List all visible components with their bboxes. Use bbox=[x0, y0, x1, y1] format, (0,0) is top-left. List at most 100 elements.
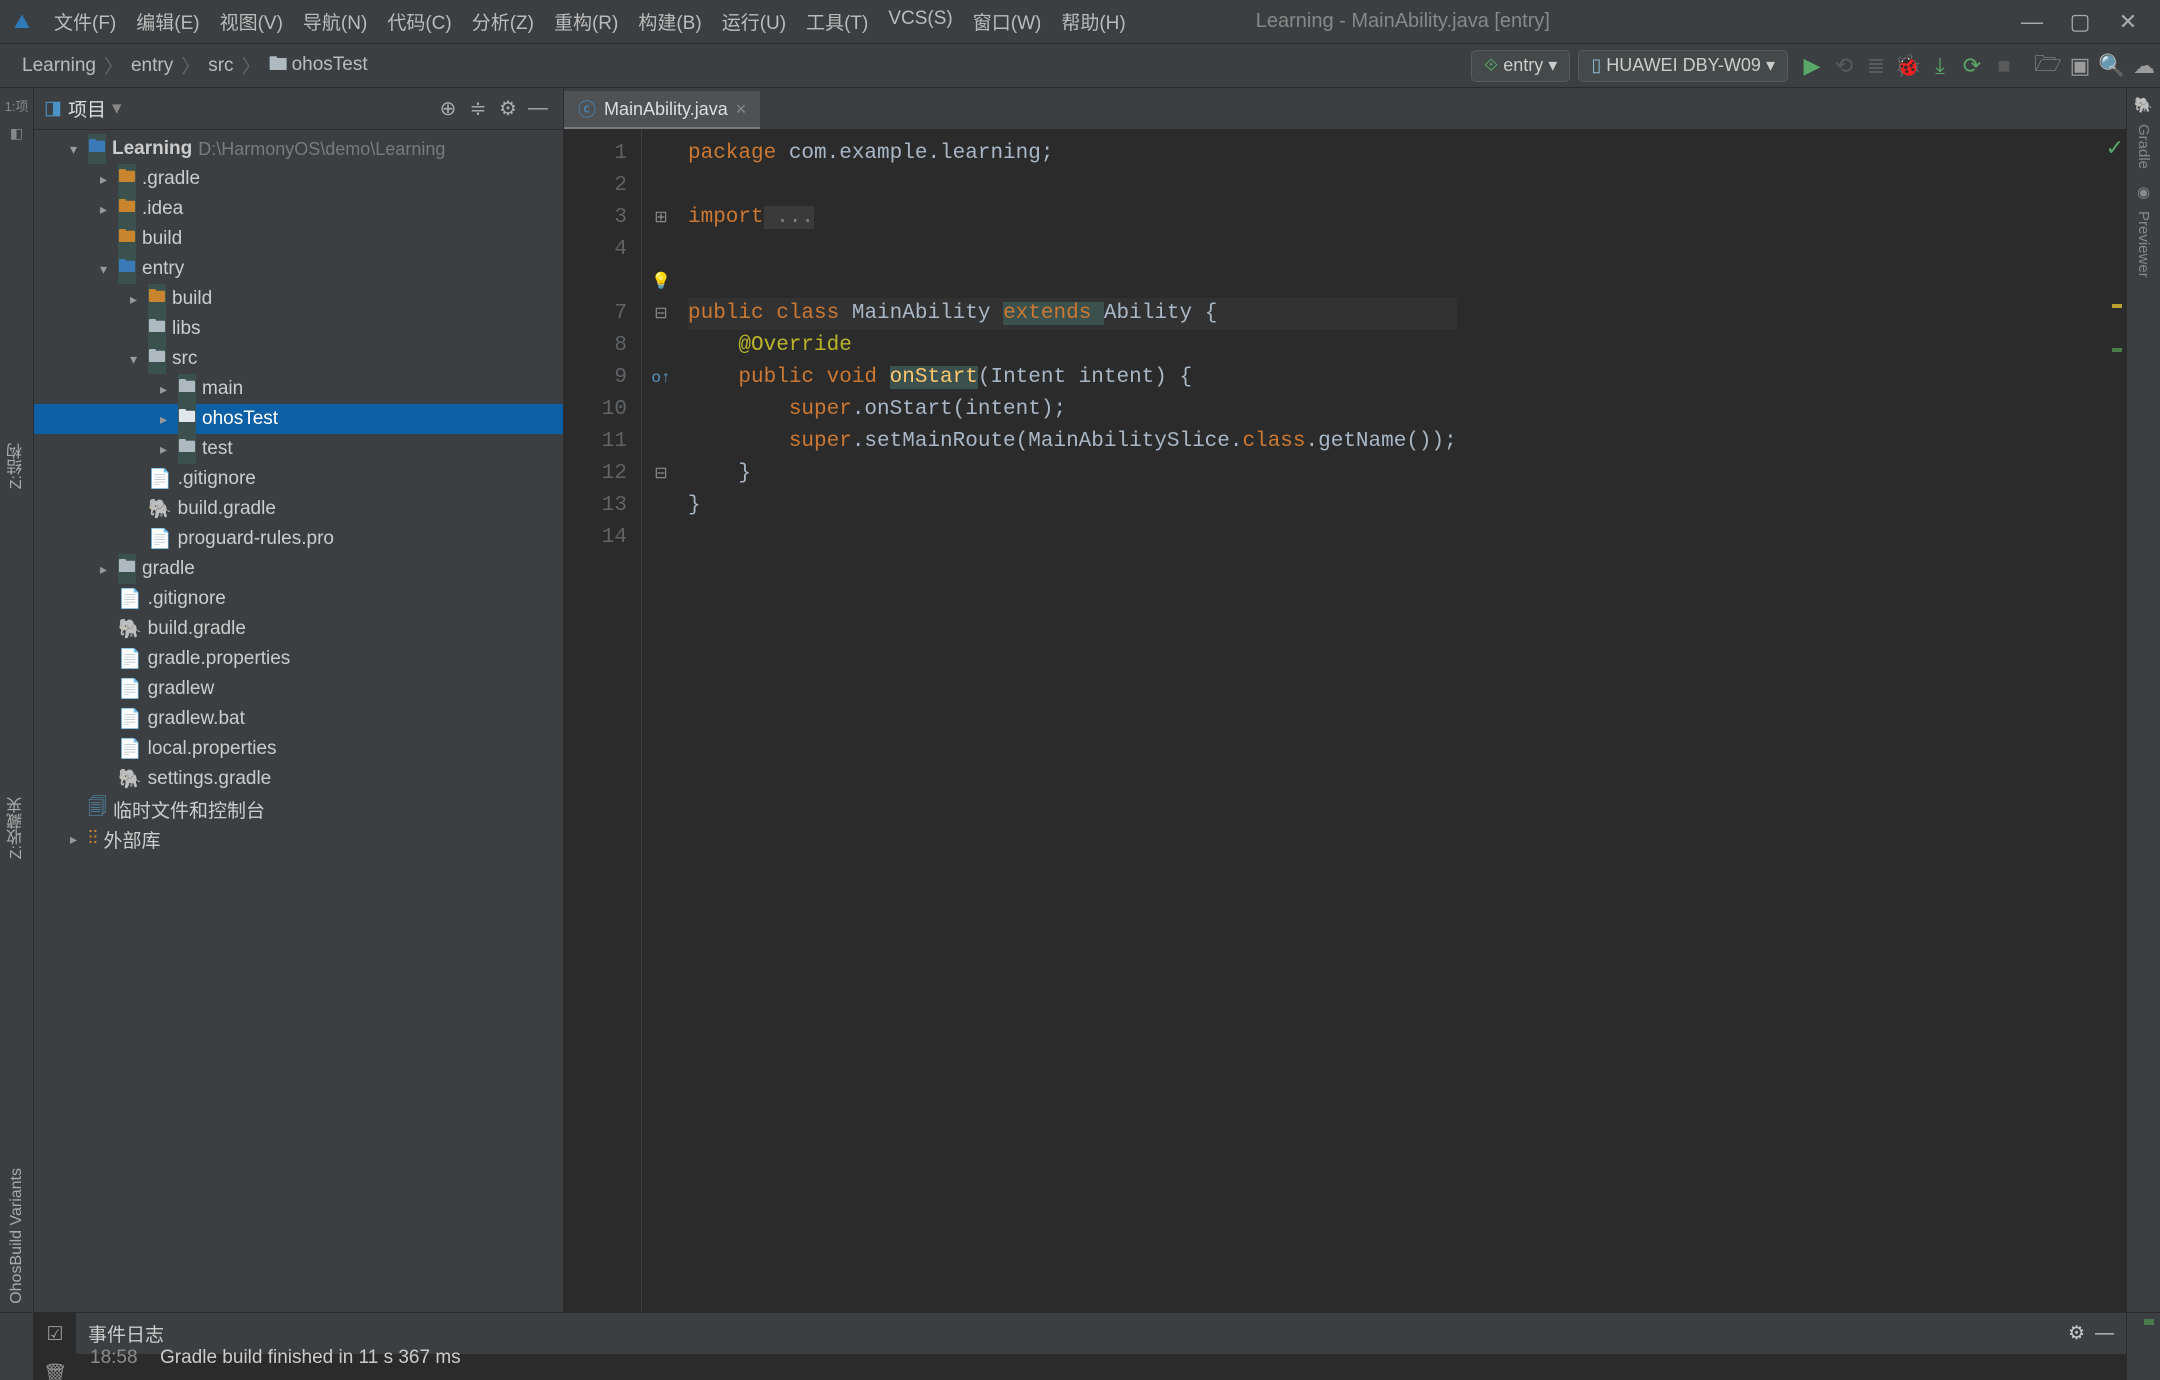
tree-node[interactable]: 📄.gitignore bbox=[34, 584, 563, 614]
gradle-icon: 🐘 bbox=[148, 497, 172, 521]
folder-icon: 🖿 bbox=[269, 54, 288, 75]
file-icon: 📄 bbox=[148, 467, 172, 491]
code-editor[interactable]: 12347891011121314 ⊞ 💡 ⊟ o↑ ⊟ package com… bbox=[564, 130, 2126, 1312]
project-panel-title[interactable]: ◨ 项目 ▾ bbox=[44, 95, 122, 122]
folder-icon: 🖿 bbox=[178, 434, 196, 464]
previewer-tool-stripe[interactable]: Previewer bbox=[2135, 211, 2152, 278]
fold-icon[interactable]: ⊟ bbox=[642, 298, 680, 330]
attach-debug-button[interactable]: ⤓ bbox=[1924, 53, 1956, 79]
file-icon: 📄 bbox=[118, 737, 142, 761]
rerun-button[interactable]: ⟲ bbox=[1828, 53, 1860, 79]
tree-node[interactable]: 🐘build.gradle bbox=[34, 494, 563, 524]
navigation-bar: Learning〉 entry〉 src〉 🖿ohosTest ⟐ entry … bbox=[0, 44, 2160, 88]
tree-node[interactable]: ▸🖿.gradle bbox=[34, 164, 563, 194]
tree-node[interactable]: ▾🖿entry bbox=[34, 254, 563, 284]
tree-node[interactable]: ▸🖿main bbox=[34, 374, 563, 404]
gradle-icon: 🐘 bbox=[118, 767, 142, 791]
close-tab-icon[interactable]: × bbox=[736, 99, 747, 120]
close-button[interactable]: ✕ bbox=[2104, 9, 2152, 35]
coverage-button[interactable]: ≣ bbox=[1860, 53, 1892, 79]
fold-icon[interactable]: ⊞ bbox=[642, 202, 680, 234]
menu-item[interactable]: VCS(S) bbox=[878, 8, 962, 35]
module-icon: 🖿 bbox=[88, 134, 106, 164]
expand-all-icon[interactable]: ≑ bbox=[463, 96, 493, 121]
menu-item[interactable]: 编辑(E) bbox=[126, 8, 209, 35]
tree-node[interactable]: ▸🖿build bbox=[34, 284, 563, 314]
minimize-button[interactable]: — bbox=[2008, 9, 2056, 35]
gradle-tool-stripe[interactable]: Gradle bbox=[2135, 124, 2152, 169]
buildvariants-tool-stripe[interactable]: OhosBuild Variants bbox=[8, 1168, 26, 1304]
device-selector[interactable]: ▯ HUAWEI DBY-W09 ▾ bbox=[1578, 50, 1788, 82]
tree-node-selected[interactable]: ▸🖿ohosTest bbox=[34, 404, 563, 434]
maximize-button[interactable]: ▢ bbox=[2056, 9, 2104, 35]
clear-icon[interactable]: 🗑 bbox=[43, 1362, 67, 1380]
commit-tool-stripe-icon[interactable]: ◧ bbox=[10, 125, 23, 142]
run-config-selector[interactable]: ⟐ entry ▾ bbox=[1471, 50, 1570, 82]
tree-node[interactable]: 🐘settings.gradle bbox=[34, 764, 563, 794]
folder-icon: 🖿 bbox=[178, 374, 196, 404]
event-log-body[interactable]: 18:58Gradle build finished in 11 s 367 m… bbox=[76, 1335, 2126, 1380]
tree-node[interactable]: 🐘build.gradle bbox=[34, 614, 563, 644]
class-icon: ⓒ bbox=[578, 96, 596, 122]
override-icon[interactable]: o↑ bbox=[642, 362, 680, 394]
editor-tab[interactable]: ⓒ MainAbility.java × bbox=[564, 91, 760, 129]
tree-node[interactable]: ▸🖿gradle bbox=[34, 554, 563, 584]
breadcrumb-item[interactable]: entry bbox=[125, 55, 179, 77]
avd-manager-icon[interactable]: ▣ bbox=[2064, 53, 2096, 79]
menu-item[interactable]: 重构(R) bbox=[544, 8, 628, 35]
profile-button[interactable]: ⟳ bbox=[1956, 53, 1988, 79]
debug-button[interactable]: 🐞 bbox=[1892, 53, 1924, 79]
menubar: 文件(F)编辑(E)视图(V)导航(N)代码(C)分析(Z)重构(R)构建(B)… bbox=[0, 0, 2160, 44]
previewer-tool-stripe-icon[interactable]: ◉ bbox=[2137, 183, 2150, 201]
tree-node[interactable]: 📄gradlew.bat bbox=[34, 704, 563, 734]
select-opened-file-icon[interactable]: ⊕ bbox=[433, 96, 463, 121]
menu-item[interactable]: 构建(B) bbox=[628, 8, 711, 35]
scratch-icon: 🗐 bbox=[88, 793, 107, 825]
structure-tool-stripe[interactable]: Z:结构 bbox=[5, 443, 29, 489]
tree-node[interactable]: 📄gradle.properties bbox=[34, 644, 563, 674]
menu-item[interactable]: 工具(T) bbox=[796, 8, 878, 35]
menu-item[interactable]: 代码(C) bbox=[377, 8, 461, 35]
app-logo-icon bbox=[8, 8, 36, 36]
tree-node[interactable]: 📄proguard-rules.pro bbox=[34, 524, 563, 554]
menu-item[interactable]: 视图(V) bbox=[210, 8, 293, 35]
codecc-icon[interactable]: ☁ bbox=[2128, 53, 2160, 79]
open-project-icon[interactable]: 🗁 bbox=[2032, 47, 2064, 85]
breadcrumb-item[interactable]: Learning bbox=[16, 55, 102, 77]
tree-node[interactable]: 📄gradlew bbox=[34, 674, 563, 704]
hide-tool-window-icon[interactable]: — bbox=[523, 97, 553, 120]
tree-node[interactable]: ▸🖿test bbox=[34, 434, 563, 464]
soft-wrap-icon[interactable]: ☑ bbox=[46, 1323, 63, 1346]
menu-item[interactable]: 运行(U) bbox=[712, 8, 796, 35]
menu-item[interactable]: 窗口(W) bbox=[963, 8, 1052, 35]
menu-item[interactable]: 导航(N) bbox=[293, 8, 377, 35]
bulb-icon[interactable]: 💡 bbox=[642, 266, 680, 298]
menu-item[interactable]: 文件(F) bbox=[44, 8, 126, 35]
chevron-down-icon: ▾ bbox=[1548, 55, 1557, 76]
search-everywhere-icon[interactable]: 🔍 bbox=[2096, 53, 2128, 79]
tree-node-extlibs[interactable]: ▸⫶⫶外部库 bbox=[34, 824, 563, 854]
tree-node-root[interactable]: ▾🖿LearningD:\HarmonyOS\demo\Learning bbox=[34, 134, 563, 164]
menu-item[interactable]: 帮助(H) bbox=[1051, 8, 1135, 35]
project-tool-stripe-numeric[interactable]: 1:项 bbox=[5, 96, 29, 115]
tree-node[interactable]: 🖿libs bbox=[34, 314, 563, 344]
favorites-tool-stripe[interactable]: Z:收藏夹 bbox=[5, 797, 29, 859]
stop-button[interactable]: ■ bbox=[1988, 53, 2020, 79]
folder-icon: 🖿 bbox=[178, 404, 196, 434]
tree-node[interactable]: 📄.gitignore bbox=[34, 464, 563, 494]
breadcrumb-item[interactable]: 🖿ohosTest bbox=[263, 50, 374, 82]
tree-node-scratches[interactable]: 🗐临时文件和控制台 bbox=[34, 794, 563, 824]
tree-node[interactable]: ▾🖿src bbox=[34, 344, 563, 374]
gradle-tool-stripe-icon[interactable]: 🐘 bbox=[2134, 96, 2153, 114]
tree-node[interactable]: ▸🖿.idea bbox=[34, 194, 563, 224]
run-button[interactable]: ▶ bbox=[1796, 53, 1828, 79]
deveco-logo-icon bbox=[13, 13, 31, 31]
breadcrumb-item[interactable]: src bbox=[202, 55, 239, 77]
tree-node[interactable]: 📄local.properties bbox=[34, 734, 563, 764]
tree-node[interactable]: 🖿build bbox=[34, 224, 563, 254]
module-icon: 🖿 bbox=[118, 254, 136, 284]
fold-icon[interactable]: ⊟ bbox=[642, 458, 680, 490]
settings-gear-icon[interactable]: ⚙ bbox=[493, 96, 523, 121]
folder-icon: 🖿 bbox=[118, 554, 136, 584]
menu-item[interactable]: 分析(Z) bbox=[462, 8, 544, 35]
